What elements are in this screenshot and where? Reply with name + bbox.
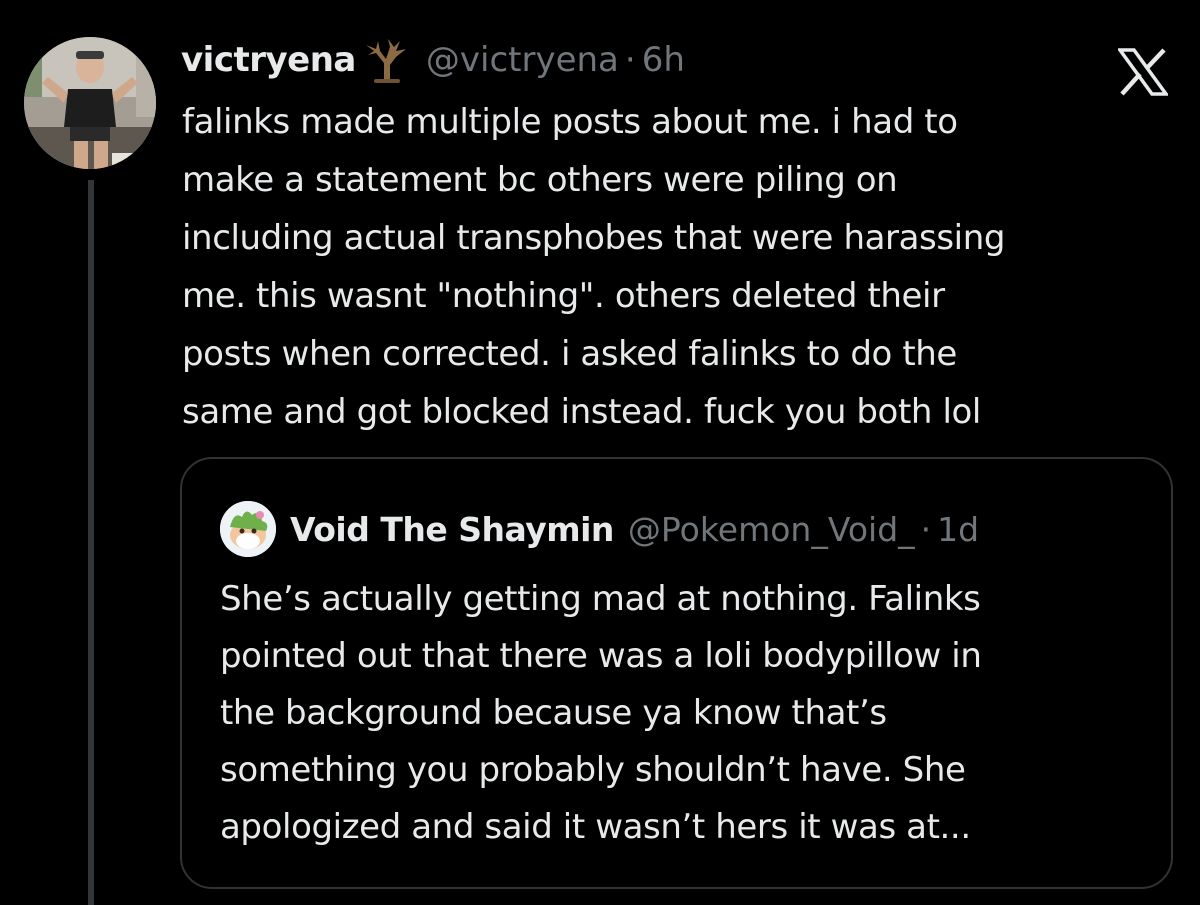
quoted-text-line: something you probably shouldn’t have. S… — [220, 750, 966, 790]
x-logo-icon[interactable] — [1116, 48, 1170, 96]
quoted-author-avatar[interactable] — [220, 501, 276, 557]
thread-line — [88, 180, 94, 905]
tweet-text-line: me. this wasnt "nothing". others deleted… — [182, 276, 945, 316]
header-separator: · — [624, 40, 636, 80]
quoted-tweet-card[interactable]: Void The Shaymin @Pokemon_Void_ · 1d She… — [180, 457, 1173, 889]
tweet-text-line: same and got blocked instead. fuck you b… — [182, 392, 981, 432]
author-handle[interactable]: @victryena — [426, 40, 619, 80]
tweet-text-line: including actual transphobes that were h… — [182, 218, 1006, 258]
quoted-text-line: the background because ya know that’s — [220, 693, 887, 733]
quoted-text-line: apologized and said it wasn’t hers it wa… — [220, 807, 971, 847]
quoted-header-separator: · — [920, 509, 932, 549]
quoted-tweet-header: Void The Shaymin @Pokemon_Void_ · 1d — [220, 501, 979, 557]
quoted-text-line: She’s actually getting mad at nothing. F… — [220, 579, 981, 619]
quoted-author-display-name[interactable]: Void The Shaymin — [290, 510, 614, 549]
tweet-time[interactable]: 6h — [642, 40, 685, 80]
tweet-text-line: make a statement bc others were piling o… — [182, 160, 898, 200]
bare-tree-emoji-icon — [364, 37, 408, 83]
tweet-text: falinks made multiple posts about me. i … — [182, 93, 1172, 441]
quoted-text-line: pointed out that there was a loli bodypi… — [220, 636, 982, 676]
tweet-text-line: posts when corrected. i asked falinks to… — [182, 334, 957, 374]
author-display-name[interactable]: victryena — [181, 40, 356, 80]
tweet-header: victryena @victryena · 6h — [181, 34, 685, 86]
author-avatar[interactable] — [24, 37, 156, 169]
quoted-author-handle[interactable]: @Pokemon_Void_ — [628, 510, 915, 549]
quoted-tweet-time[interactable]: 1d — [937, 510, 979, 549]
tweet-text-line: falinks made multiple posts about me. i … — [182, 102, 958, 142]
quoted-tweet-text: She’s actually getting mad at nothing. F… — [220, 571, 1150, 856]
